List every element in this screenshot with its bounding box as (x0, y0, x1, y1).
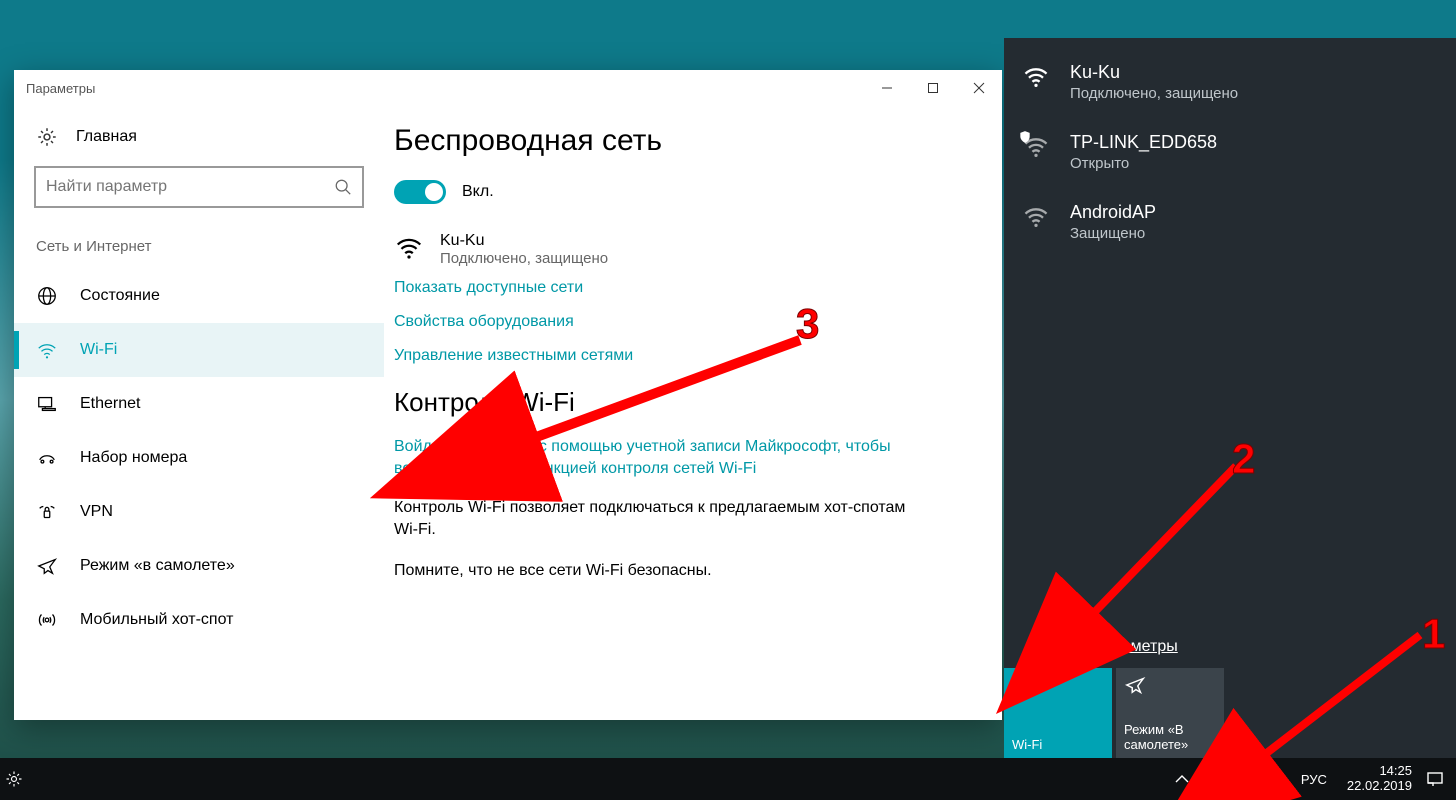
dialup-icon (36, 447, 58, 469)
wifi-sense-desc2: Помните, что не все сети Wi-Fi безопасны… (394, 560, 914, 582)
flyout-network-item[interactable]: TP-LINK_EDD658 Открыто (1004, 122, 1456, 192)
nav-wifi[interactable]: Wi-Fi (14, 323, 384, 377)
close-button[interactable] (956, 70, 1002, 106)
tile-wifi[interactable]: Wi-Fi (1004, 668, 1112, 758)
network-status: Подключено, защищено (1070, 85, 1238, 102)
settings-sidebar: Главная Сеть и Интернет Состояние Wi-Fi … (14, 106, 384, 720)
tile-label: Режим «В самолете» (1124, 722, 1216, 752)
network-name: TP-LINK_EDD658 (1070, 132, 1217, 153)
volume-icon[interactable] (1269, 770, 1287, 788)
wifi-icon (1022, 202, 1050, 230)
battery-icon[interactable] (1205, 770, 1223, 788)
settings-window: Параметры Главная Сеть и Интернет Состоя… (14, 70, 1002, 720)
gear-icon[interactable] (4, 769, 24, 789)
nav-label: Состояние (80, 287, 160, 305)
link-manage-known-networks[interactable]: Управление известными сетями (394, 347, 978, 365)
nav-label: Ethernet (80, 395, 140, 413)
network-flyout: Ku-Ku Подключено, защищено TP-LINK_EDD65… (1004, 38, 1456, 758)
nav-dialup[interactable]: Набор номера (14, 431, 384, 485)
nav-airplane[interactable]: Режим «в самолете» (14, 539, 384, 593)
link-available-networks[interactable]: Показать доступные сети (394, 279, 978, 297)
tile-label: Wi-Fi (1012, 737, 1104, 752)
nav-label: Мобильный хот-спот (80, 611, 233, 629)
tile-airplane[interactable]: Режим «В самолете» (1116, 668, 1224, 758)
wifi-sense-desc1: Контроль Wi-Fi позволяет подключаться к … (394, 497, 914, 542)
nav-label: Wi-Fi (80, 341, 117, 359)
network-status: Открыто (1070, 155, 1217, 172)
wifi-icon (394, 232, 424, 262)
globe-icon (36, 285, 58, 307)
taskbar: РУС 14:25 22.02.2019 (0, 758, 1456, 800)
network-name: AndroidAP (1070, 202, 1156, 223)
toggle-label: Вкл. (462, 183, 494, 201)
nav-ethernet[interactable]: Ethernet (14, 377, 384, 431)
minimize-button[interactable] (864, 70, 910, 106)
wifi-toggle[interactable] (394, 180, 446, 204)
nav-label: Режим «в самолете» (80, 557, 235, 575)
flyout-network-item[interactable]: Ku-Ku Подключено, защищено (1004, 52, 1456, 122)
network-settings-link[interactable]: Сетевые параметры (1026, 638, 1178, 655)
settings-content: Беспроводная сеть Вкл. Ku-Ku Подключено,… (384, 106, 1002, 720)
current-network-name: Ku-Ku (440, 232, 608, 250)
nav-label: Набор номера (80, 449, 187, 467)
nav-hotspot[interactable]: Мобильный хот-спот (14, 593, 384, 647)
settings-titlebar: Параметры (14, 70, 1002, 106)
home-label: Главная (76, 128, 137, 146)
wifi-tray-icon[interactable] (1237, 770, 1255, 788)
lang-indicator[interactable]: РУС (1301, 772, 1327, 787)
maximize-button[interactable] (910, 70, 956, 106)
section-caption: Сеть и Интернет (14, 220, 384, 269)
nav-label: VPN (80, 503, 113, 521)
search-icon (334, 178, 352, 196)
window-title: Параметры (26, 81, 95, 96)
network-name: Ku-Ku (1070, 62, 1238, 83)
section-title-wifi-sense: Контроль Wi-Fi (394, 387, 978, 418)
search-input[interactable] (46, 178, 334, 196)
page-title: Беспроводная сеть (394, 124, 978, 158)
shield-warning-icon (1018, 130, 1032, 144)
gear-icon (36, 126, 58, 148)
tray-date: 22.02.2019 (1347, 779, 1412, 794)
vpn-icon (36, 501, 58, 523)
home-link[interactable]: Главная (14, 116, 384, 162)
search-box[interactable] (34, 166, 364, 208)
ethernet-icon (36, 393, 58, 415)
airplane-icon (36, 555, 58, 577)
flyout-tiles: Wi-Fi Режим «В самолете» (1004, 668, 1456, 758)
nav-status[interactable]: Состояние (14, 269, 384, 323)
notifications-icon[interactable] (1426, 770, 1444, 788)
link-signin-microsoft[interactable]: Войдите в систему с помощью учетной запи… (394, 436, 914, 481)
tray-clock[interactable]: 14:25 22.02.2019 (1337, 764, 1422, 794)
tray-time: 14:25 (1347, 764, 1412, 779)
flyout-settings-link-row: Сетевые параметры (1004, 628, 1456, 668)
current-network-status: Подключено, защищено (440, 250, 608, 267)
system-tray: РУС (1173, 770, 1337, 788)
nav-vpn[interactable]: VPN (14, 485, 384, 539)
wifi-icon (1022, 62, 1050, 90)
wifi-icon (36, 339, 58, 361)
hotspot-icon (36, 609, 58, 631)
flyout-network-item[interactable]: AndroidAP Защищено (1004, 192, 1456, 262)
current-network[interactable]: Ku-Ku Подключено, защищено (394, 232, 978, 267)
network-status: Защищено (1070, 225, 1156, 242)
airplane-icon (1124, 674, 1146, 696)
wifi-icon (1012, 674, 1034, 696)
chevron-up-icon[interactable] (1173, 770, 1191, 788)
link-hardware-properties[interactable]: Свойства оборудования (394, 313, 978, 331)
